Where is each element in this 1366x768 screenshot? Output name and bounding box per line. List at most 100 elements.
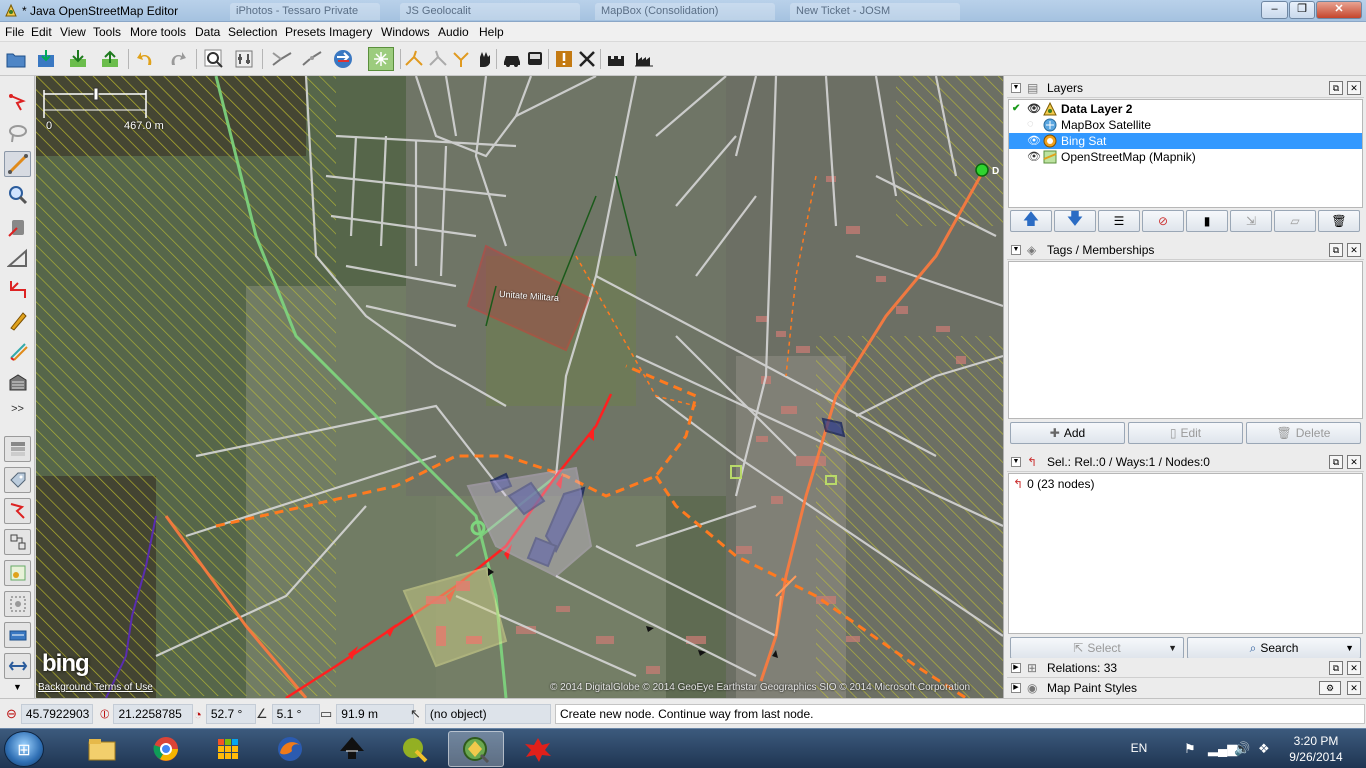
delete-tool-icon[interactable] (4, 214, 31, 240)
background-terms-link[interactable]: Background Terms of Use (38, 682, 153, 693)
validator-icon[interactable] (552, 47, 576, 71)
background-window-tab-3[interactable]: MapBox (Consolidation) (595, 3, 775, 20)
start-button[interactable]: ⊞ (4, 731, 44, 767)
menu-selection[interactable]: Selection (228, 25, 277, 39)
tags-table[interactable] (1008, 261, 1363, 419)
menu-audio[interactable]: Audio (438, 25, 469, 39)
orthogonalize-icon[interactable] (449, 47, 473, 71)
expand-icon[interactable]: ▶ (1011, 663, 1021, 673)
filter-toggle-icon[interactable] (4, 622, 31, 648)
layer-row-openstreetmap-mapnik[interactable]: 👁 OpenStreetMap (Mapnik) (1009, 149, 1362, 165)
select-tool-icon[interactable] (4, 90, 31, 116)
menu-edit[interactable]: Edit (31, 25, 52, 39)
menu-tools[interactable]: Tools (93, 25, 121, 39)
mappaint-panel-header[interactable]: ▶ ◉ Map Paint Styles ⚙ ✕ (1007, 678, 1364, 698)
redo-icon[interactable] (165, 47, 189, 71)
parallel-tool-icon[interactable] (4, 245, 31, 271)
download-icon[interactable] (66, 47, 90, 71)
split-way-icon[interactable] (300, 47, 324, 71)
close-panel-icon[interactable]: ✕ (1347, 81, 1361, 95)
visible-eye-icon[interactable]: 👁 (1027, 102, 1041, 115)
unglue-icon[interactable] (426, 47, 450, 71)
style-settings-icon[interactable]: ⚙ (1319, 681, 1341, 695)
delete-tag-button[interactable]: 🗑 Delete (1246, 422, 1361, 444)
detach-icon[interactable]: ⧉ (1329, 455, 1343, 469)
detach-icon[interactable]: ⧉ (1329, 661, 1343, 675)
josm-icon[interactable] (448, 731, 504, 767)
zoom-data-icon[interactable] (202, 47, 226, 71)
chrome-icon[interactable] (138, 731, 194, 767)
factory-icon[interactable] (632, 47, 656, 71)
castle-icon[interactable] (604, 47, 628, 71)
volume-icon[interactable]: 🔊 (1234, 741, 1250, 757)
pencil-tool-icon[interactable] (4, 307, 31, 333)
detach-icon[interactable]: ⧉ (1329, 243, 1343, 257)
delete-layer-button[interactable]: 🗑 (1318, 210, 1360, 232)
delete-icon[interactable] (575, 47, 599, 71)
menu-view[interactable]: View (60, 25, 86, 39)
collapse-icon[interactable]: ▼ (1011, 83, 1021, 93)
history-toggle-icon[interactable] (4, 560, 31, 586)
tags-panel-header[interactable]: ▼ ◈ Tags / Memberships ⧉ ✕ (1007, 240, 1364, 260)
menu-windows[interactable]: Windows (381, 25, 430, 39)
extrude-tool-icon[interactable] (4, 338, 31, 364)
layer-row-mapbox-satellite[interactable]: ◌ MapBox Satellite (1009, 117, 1362, 133)
bus-icon[interactable] (523, 47, 547, 71)
firefox-icon[interactable] (262, 731, 318, 767)
reverse-way-icon[interactable] (331, 47, 355, 71)
relations-panel-header[interactable]: ▶ ⊞ Relations: 33 ⧉ ✕ (1007, 658, 1364, 678)
open-file-icon[interactable] (4, 47, 28, 71)
show-hide-button[interactable]: ⊘ (1142, 210, 1184, 232)
preferences-icon[interactable] (232, 47, 256, 71)
measurement-toggle-icon[interactable] (4, 653, 31, 679)
layers-panel-header[interactable]: ▼ ▤ Layers ⧉ ✕ (1007, 78, 1364, 98)
menu-file[interactable]: File (5, 25, 24, 39)
collapse-icon[interactable]: ▼ (1011, 245, 1021, 255)
activate-layer-button[interactable]: ☰ (1098, 210, 1140, 232)
network-icon[interactable]: ▂▄▆ (1208, 741, 1237, 757)
file-explorer-icon[interactable] (74, 731, 130, 767)
close-button[interactable]: ✕ (1316, 1, 1362, 19)
background-window-tab-4[interactable]: New Ticket - JOSM (790, 3, 960, 20)
selection-panel-header[interactable]: ▼ ↰ Sel.: Rel.:0 / Ways:1 / Nodes:0 ⧉ ✕ (1007, 452, 1364, 472)
dropbox-icon[interactable]: ❖ (1258, 741, 1270, 757)
menu-more-tools[interactable]: More tools (130, 25, 186, 39)
relations-toggle-icon[interactable] (4, 529, 31, 555)
background-window-tab-1[interactable]: iPhotos - Tessaro Private (230, 3, 380, 20)
duplicate-button[interactable]: ▱ (1274, 210, 1316, 232)
language-indicator[interactable]: EN (1126, 741, 1152, 755)
draw-tool-icon[interactable] (4, 151, 31, 177)
edit-tag-button[interactable]: ▯ Edit (1128, 422, 1243, 444)
list-item[interactable]: ↰ 0 (23 nodes) (1013, 477, 1094, 491)
layers-toggle-icon[interactable] (4, 436, 31, 462)
save-icon[interactable] (34, 47, 58, 71)
clock-time[interactable]: 3:20 PM (1282, 734, 1350, 748)
tags-toggle-icon[interactable] (4, 467, 31, 493)
minimize-button[interactable]: – (1261, 1, 1288, 19)
lasso-tool-icon[interactable] (4, 120, 31, 146)
paint-splash-icon[interactable] (510, 731, 566, 767)
inkscape-icon[interactable] (324, 731, 380, 767)
app-grid-icon[interactable] (200, 731, 256, 767)
expand-icon[interactable]: ▶ (1011, 683, 1021, 693)
clock-date[interactable]: 9/26/2014 (1282, 750, 1350, 764)
car-icon[interactable] (500, 47, 524, 71)
close-panel-icon[interactable]: ✕ (1347, 243, 1361, 257)
background-window-tab-2[interactable]: JS Geolocalit (400, 3, 580, 20)
search-button[interactable]: ⌕ Search ▼ (1187, 637, 1361, 659)
move-up-button[interactable]: 🡅 (1010, 210, 1052, 232)
menu-data[interactable]: Data (195, 25, 220, 39)
simplify-icon[interactable] (402, 47, 426, 71)
qgis-icon[interactable] (386, 731, 442, 767)
map-canvas[interactable] (36, 76, 1003, 698)
more-tools-icon[interactable]: >> (4, 396, 31, 422)
building-tool-icon[interactable] (4, 369, 31, 395)
menu-presets[interactable]: Presets (285, 25, 326, 39)
opacity-button[interactable]: ▮ (1186, 210, 1228, 232)
menu-imagery[interactable]: Imagery (329, 25, 372, 39)
close-panel-icon[interactable]: ✕ (1347, 661, 1361, 675)
combine-way-icon[interactable] (270, 47, 294, 71)
zoom-tool-icon[interactable] (4, 182, 31, 208)
selection-toggle-icon[interactable] (4, 498, 31, 524)
visible-eye-icon[interactable]: 👁 (1027, 150, 1041, 163)
